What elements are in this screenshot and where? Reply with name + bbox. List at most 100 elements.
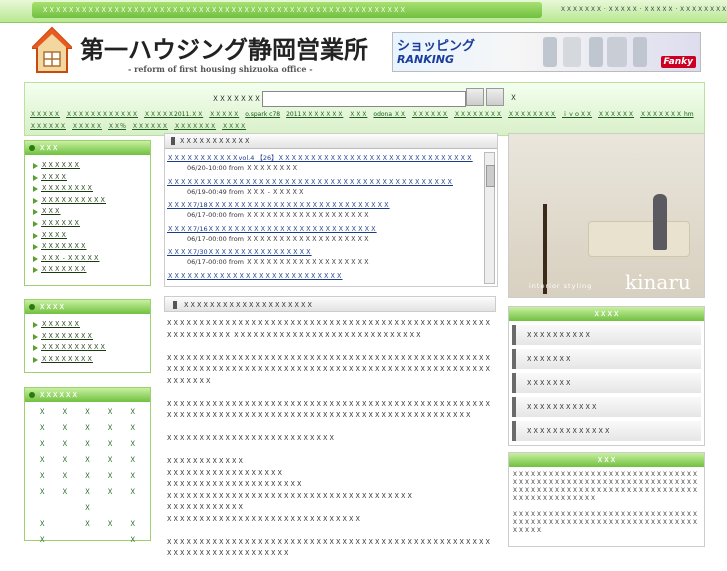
- keyword-tag[interactable]: ＸＸＸ: [349, 111, 367, 118]
- left-menu-item[interactable]: ＸＸＸＸＸＸＸ: [33, 241, 150, 253]
- keyword-tag[interactable]: ＸＸＸＸＸＸＸＸ: [454, 111, 502, 118]
- keyword-tag[interactable]: ＸＸＸＸＸＸ: [132, 123, 168, 130]
- index-link[interactable]: Ｘ: [99, 471, 122, 483]
- index-link[interactable]: Ｘ: [54, 439, 77, 451]
- index-link[interactable]: Ｘ: [99, 519, 122, 531]
- keyword-tag[interactable]: ＸＸＸＸ: [222, 123, 246, 130]
- keyword-tag[interactable]: ＸＸＸＸＸＸＸＸ: [508, 111, 556, 118]
- keyword-tag[interactable]: ＸＸＸＸＸＸ: [412, 111, 448, 118]
- index-link[interactable]: Ｘ: [99, 487, 122, 499]
- index-link[interactable]: Ｘ: [31, 423, 54, 435]
- index-link[interactable]: Ｘ: [31, 439, 54, 451]
- keyword-tag[interactable]: ＸＸ％: [108, 123, 126, 130]
- index-link[interactable]: Ｘ: [54, 407, 77, 419]
- shopping-ranking-banner[interactable]: ショッピング RANKING Fanky: [392, 32, 701, 72]
- search-button[interactable]: [466, 88, 484, 106]
- right-menu-item[interactable]: ＸＸＸＸＸＸＸ: [512, 373, 701, 393]
- index-link[interactable]: Ｘ: [54, 471, 77, 483]
- index-link[interactable]: Ｘ: [121, 423, 144, 435]
- index-link[interactable]: Ｘ: [76, 407, 99, 419]
- scroll-thumb[interactable]: [486, 165, 495, 187]
- keyword-tag[interactable]: ＸＸＸＸＸＸ: [30, 123, 66, 130]
- index-link[interactable]: Ｘ: [54, 423, 77, 435]
- news-scrollbar[interactable]: [484, 152, 495, 284]
- index-link[interactable]: Ｘ: [76, 519, 99, 531]
- index-link[interactable]: [54, 503, 77, 515]
- right-menu-item[interactable]: ＸＸＸＸＸＸＸＸＸＸＸ: [512, 397, 701, 417]
- index-link[interactable]: Ｘ: [76, 471, 99, 483]
- index-link[interactable]: [31, 503, 54, 515]
- left-menu-item[interactable]: ＸＸＸＸ: [33, 230, 150, 242]
- index-link[interactable]: Ｘ: [99, 439, 122, 451]
- left-menu-2-item[interactable]: ＸＸＸＸＸＸ: [33, 319, 150, 331]
- top-links[interactable]: ＸＸＸＸＸＸＸ · ＸＸＸＸＸ · ＸＸＸＸＸ · ＸＸＸＸＸＸＸＸ: [560, 4, 727, 13]
- index-link[interactable]: [99, 503, 122, 515]
- left-menu-item[interactable]: ＸＸＸＸＸＸ: [33, 218, 150, 230]
- news-item-title[interactable]: ＸＸＸＸＸＸＸＸＸＸＸvol.4 【26】ＸＸＸＸＸＸＸＸＸＸＸＸＸＸＸＸＸＸＸ…: [167, 152, 482, 162]
- index-link[interactable]: Ｘ: [121, 439, 144, 451]
- left-menu-item[interactable]: ＸＸＸＸＸＸＸＸＸＸ: [33, 195, 150, 207]
- left-menu-item[interactable]: ＸＸＸＸＸＸ: [33, 160, 150, 172]
- index-link[interactable]: Ｘ: [121, 535, 144, 547]
- keyword-tag[interactable]: ＸＸＸＸＸＸＸ hm: [640, 111, 694, 118]
- keyword-tag[interactable]: ｉｖｏＸＸ: [562, 111, 592, 118]
- news-item-title[interactable]: ＸＸＸＸＸＸＸＸＸＸＸＸＸＸＸＸＸＸＸＸＸＸＸＸＸＸＸ: [167, 270, 482, 280]
- index-link[interactable]: Ｘ: [76, 455, 99, 467]
- index-link[interactable]: Ｘ: [54, 455, 77, 467]
- left-menu-item[interactable]: ＸＸＸ: [33, 206, 150, 218]
- index-link[interactable]: [54, 535, 77, 547]
- keyword-tag[interactable]: odona ＸＸ: [373, 111, 406, 118]
- index-link[interactable]: Ｘ: [31, 519, 54, 531]
- index-link[interactable]: Ｘ: [31, 535, 54, 547]
- keyword-tag[interactable]: ＸＸＸＸＸ: [72, 123, 102, 130]
- index-link[interactable]: Ｘ: [99, 455, 122, 467]
- index-link[interactable]: Ｘ: [121, 519, 144, 531]
- index-link[interactable]: [121, 503, 144, 515]
- left-menu-2-item[interactable]: ＸＸＸＸＸＸＸＸ: [33, 331, 150, 343]
- keyword-tag[interactable]: ＸＸＸＸＸＸ: [598, 111, 634, 118]
- keyword-tag[interactable]: o.spark c78: [245, 111, 280, 118]
- index-link[interactable]: Ｘ: [31, 487, 54, 499]
- index-link[interactable]: Ｘ: [76, 487, 99, 499]
- keyword-tag[interactable]: ＸＸＸＸＸＸＸＸＸＸＸＸ: [66, 111, 138, 118]
- news-item-title[interactable]: ＸＸＸＸ7/18ＸＸＸＸＸＸＸＸＸＸＸＸＸＸＸＸＸＸＸＸＸＸＸＸＸＸＸＸ: [167, 199, 482, 209]
- index-link[interactable]: Ｘ: [121, 487, 144, 499]
- index-link[interactable]: Ｘ: [99, 407, 122, 419]
- news-item-title[interactable]: ＸＸＸＸ7/30ＸＸＸＸＸＸＸＸＸＸＸＸＸＸＸＸ: [167, 246, 482, 256]
- left-menu-item[interactable]: ＸＸＸＸＸＸＸ: [33, 264, 150, 276]
- search-input[interactable]: [262, 91, 466, 107]
- index-link[interactable]: Ｘ: [76, 439, 99, 451]
- left-menu-item[interactable]: ＸＸＸ - ＸＸＸＸＸ: [33, 253, 150, 265]
- keyword-tag[interactable]: ＸＸＸＸＸ2011.ＸＸ: [144, 111, 203, 118]
- index-link[interactable]: Ｘ: [54, 487, 77, 499]
- index-link[interactable]: Ｘ: [31, 471, 54, 483]
- index-link[interactable]: Ｘ: [76, 423, 99, 435]
- site-title[interactable]: 第一ハウジング静岡営業所: [80, 30, 368, 65]
- keyword-tag[interactable]: ＸＸＸＸＸＸＸ: [174, 123, 216, 130]
- interior-photo[interactable]: interior styling kinaru: [508, 133, 705, 298]
- keyword-tag[interactable]: 2011ＸＸＸＸＸＸＸ: [286, 111, 343, 118]
- keyword-tag[interactable]: ＸＸＸＸＸ: [209, 111, 239, 118]
- search-option-button[interactable]: [486, 88, 504, 106]
- left-menu-2-item[interactable]: ＸＸＸＸＸＸＸＸ: [33, 354, 150, 366]
- news-item-title[interactable]: ＸＸＸＸ7/16ＸＸＸＸＸＸＸＸＸＸＸＸＸＸＸＸＸＸＸＸＸＸＸＸＸＸ: [167, 223, 482, 233]
- keyword-tag[interactable]: ＸＸＸＸＸ: [30, 111, 60, 118]
- index-link[interactable]: Ｘ: [31, 455, 54, 467]
- right-menu-item[interactable]: ＸＸＸＸＸＸＸＸＸＸ: [512, 325, 701, 345]
- index-link[interactable]: Ｘ: [121, 471, 144, 483]
- left-menu-item[interactable]: ＸＸＸＸＸＸＸＸ: [33, 183, 150, 195]
- index-link[interactable]: [99, 535, 122, 547]
- index-link[interactable]: Ｘ: [121, 407, 144, 419]
- news-item-title[interactable]: ＸＸＸＸＸＸＸＸＸＸＸＸＸＸＸＸＸＸＸＸＸＸＸＸＸＸＸＸＸＸＸＸＸＸＸＸＸＸＸＸ…: [167, 176, 482, 186]
- house-logo-icon[interactable]: [32, 26, 72, 74]
- left-menu-2-item[interactable]: ＸＸＸＸＸＸＸＸＸＸ: [33, 342, 150, 354]
- index-link[interactable]: [54, 519, 77, 531]
- index-link[interactable]: Ｘ: [99, 423, 122, 435]
- right-menu-item[interactable]: ＸＸＸＸＸＸＸ: [512, 349, 701, 369]
- left-menu-item[interactable]: ＸＸＸＸ: [33, 172, 150, 184]
- index-link[interactable]: [76, 535, 99, 547]
- right-menu-item[interactable]: ＸＸＸＸＸＸＸＸＸＸＸＸＸ: [512, 421, 701, 441]
- index-link[interactable]: Ｘ: [76, 503, 99, 515]
- index-link[interactable]: Ｘ: [31, 407, 54, 419]
- index-link[interactable]: Ｘ: [121, 455, 144, 467]
